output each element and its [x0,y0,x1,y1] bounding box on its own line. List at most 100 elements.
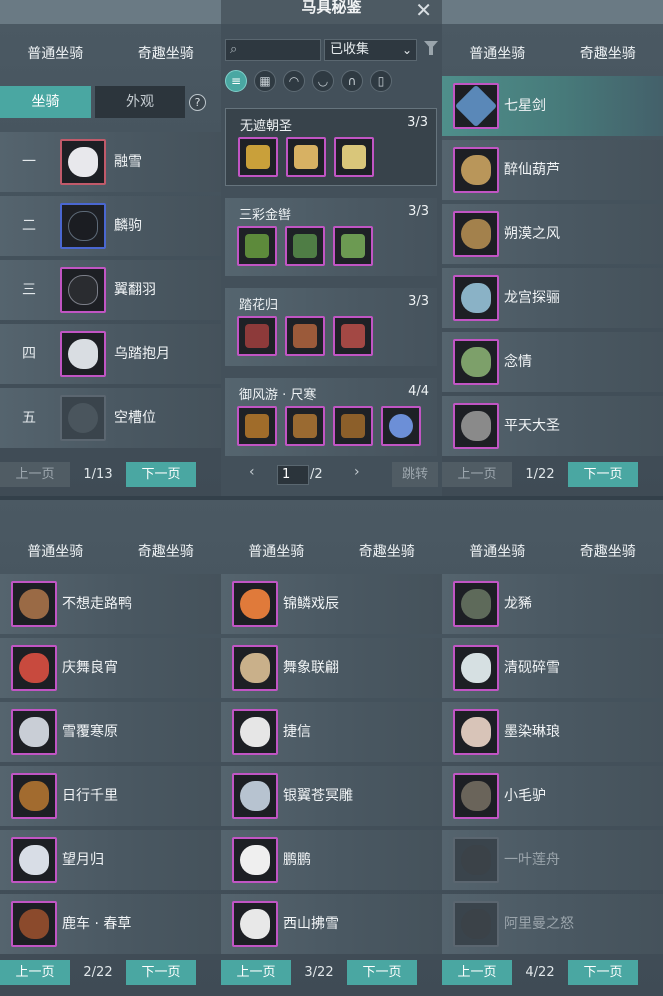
tab-normal-mount[interactable]: 普通坐骑 [442,40,553,68]
fun-mount-row[interactable]: 清砚碎雪 [442,638,663,698]
mount-name: 墨染琳琅 [504,724,560,740]
tack-item-slot[interactable] [333,406,373,446]
fun-mount-row[interactable]: 不想走路鸭 [0,574,221,634]
mount-name: 小毛驴 [504,788,546,804]
fun-mount-row[interactable]: 望月归 [0,830,221,890]
fun-mount-row[interactable]: 七星剑 [442,76,663,136]
chevron-right-icon[interactable]: › [354,464,360,480]
tack-item-slot[interactable] [285,226,325,266]
mount-name: 银翼苍冥雕 [283,788,353,804]
fun-mount-row[interactable]: 一叶莲舟 [442,830,663,890]
mount-slot-row[interactable]: 三 翼翻羽 [0,260,221,320]
tab-fun-mount[interactable]: 奇趣坐骑 [553,40,663,68]
armor-icon [341,234,365,258]
set-items [237,406,429,446]
mount-slot-row[interactable]: 一 融雪 [0,132,221,192]
prev-page-button[interactable]: 上一页 [221,960,291,985]
jump-button[interactable]: 跳转 [392,462,438,487]
page-count: 3/22 [304,965,334,980]
set-name: 御风游 · 尺寒 [239,388,317,403]
tack-set-card[interactable]: 三彩金辔 3/3 [225,198,437,276]
tack-item-slot[interactable] [237,316,277,356]
search-input[interactable]: ⌕ [225,39,321,61]
mount-name: 捷信 [283,724,311,740]
fun-mount-row[interactable]: 鹿车 · 春草 [0,894,221,954]
subtab-appearance[interactable]: 外观 [95,86,185,118]
tack-item-slot[interactable] [238,137,278,177]
collection-filter-dropdown[interactable]: 已收集 ⌄ [324,39,417,61]
fun-mount-row[interactable]: 念情 [442,332,663,392]
fun-mount-row[interactable]: 阿里曼之怒 [442,894,663,954]
tack-item-slot[interactable] [286,137,326,177]
tack-item-slot[interactable] [285,406,325,446]
fun-mount-row[interactable]: 朔漠之风 [442,204,663,264]
tack-item-slot[interactable] [334,137,374,177]
subtab-mount[interactable]: 坐骑 [0,86,91,118]
filter-icon[interactable] [424,41,438,55]
tab-normal-mount[interactable]: 普通坐骑 [0,538,111,566]
mount-thumbnail [232,773,278,819]
mount-thumbnail [232,645,278,691]
tack-item-slot[interactable] [333,226,373,266]
prev-page-button[interactable]: 上一页 [0,462,70,487]
page-input[interactable]: 1 [277,465,309,485]
tab-normal-mount[interactable]: 普通坐骑 [221,538,332,566]
horseshoe-icon[interactable]: ∩ [341,70,363,92]
tab-normal-mount[interactable]: 普通坐骑 [0,40,111,68]
tab-fun-mount[interactable]: 奇趣坐骑 [332,538,443,566]
fun-mount-row[interactable]: 捷信 [221,702,442,762]
fun-mount-row[interactable]: 醉仙葫芦 [442,140,663,200]
next-page-button[interactable]: 下一页 [347,960,417,985]
shield-icon[interactable]: ▯ [370,70,392,92]
fun-mount-row[interactable]: 日行千里 [0,766,221,826]
tack-set-card[interactable]: 御风游 · 尺寒 4/4 [225,378,437,456]
tack-item-slot[interactable] [237,226,277,266]
mount-thumbnail [11,709,57,755]
fun-mount-row[interactable]: 龙宫探骊 [442,268,663,328]
next-page-button[interactable]: 下一页 [568,960,638,985]
tab-fun-mount[interactable]: 奇趣坐骑 [553,538,663,566]
armor-icon[interactable]: ◡ [312,70,334,92]
tack-item-slot[interactable] [381,406,421,446]
prev-page-button[interactable]: 上一页 [442,462,512,487]
chevron-left-icon[interactable]: ‹ [249,464,255,480]
tack-item-slot[interactable] [237,406,277,446]
fun-mount-row[interactable]: 银翼苍冥雕 [221,766,442,826]
close-icon[interactable]: ✕ [415,0,432,22]
tack-item-slot[interactable] [333,316,373,356]
mount-name: 平天大圣 [504,418,560,434]
tab-normal-mount[interactable]: 普通坐骑 [442,538,553,566]
mount-slot-row[interactable]: 二 麟驹 [0,196,221,256]
fun-mount-row[interactable]: 墨染琳琅 [442,702,663,762]
next-page-button[interactable]: 下一页 [568,462,638,487]
prev-page-button[interactable]: 上一页 [0,960,70,985]
tack-item-slot[interactable] [285,316,325,356]
fun-mount-row[interactable]: 西山拂雪 [221,894,442,954]
next-page-button[interactable]: 下一页 [126,960,196,985]
tack-set-card[interactable]: 踏花归 3/3 [225,288,437,366]
fun-mount-row[interactable]: 锦鳞戏辰 [221,574,442,634]
help-icon[interactable]: ? [189,94,206,111]
mount-slot-row[interactable]: 五 空槽位 [0,388,221,448]
fun-mount-row[interactable]: 平天大圣 [442,396,663,456]
tab-fun-mount[interactable]: 奇趣坐骑 [111,40,222,68]
prev-page-button[interactable]: 上一页 [442,960,512,985]
fun-mount-row[interactable]: 雪覆寒原 [0,702,221,762]
fun-mount-row[interactable]: 庆舞良宵 [0,638,221,698]
mount-name: 朔漠之风 [504,226,560,242]
mount-name: 望月归 [62,852,104,868]
mount-slot-row[interactable]: 四 乌踏抱月 [0,324,221,384]
fun-mount-row[interactable]: 舞象联翩 [221,638,442,698]
fun-mount-row[interactable]: 鹏鹏 [221,830,442,890]
saddle-icon[interactable]: ◠ [283,70,305,92]
panda-icon [461,717,491,747]
grid-icon[interactable]: ▦ [254,70,276,92]
fun-mount-row[interactable]: 龙豨 [442,574,663,634]
boat-icon [461,845,491,875]
tack-set-card[interactable]: 无遮朝圣 3/3 [225,108,437,186]
saddle-icon [293,414,317,438]
list-icon[interactable]: ≡ [225,70,247,92]
fun-mount-row[interactable]: 小毛驴 [442,766,663,826]
next-page-button[interactable]: 下一页 [126,462,196,487]
tab-fun-mount[interactable]: 奇趣坐骑 [111,538,222,566]
